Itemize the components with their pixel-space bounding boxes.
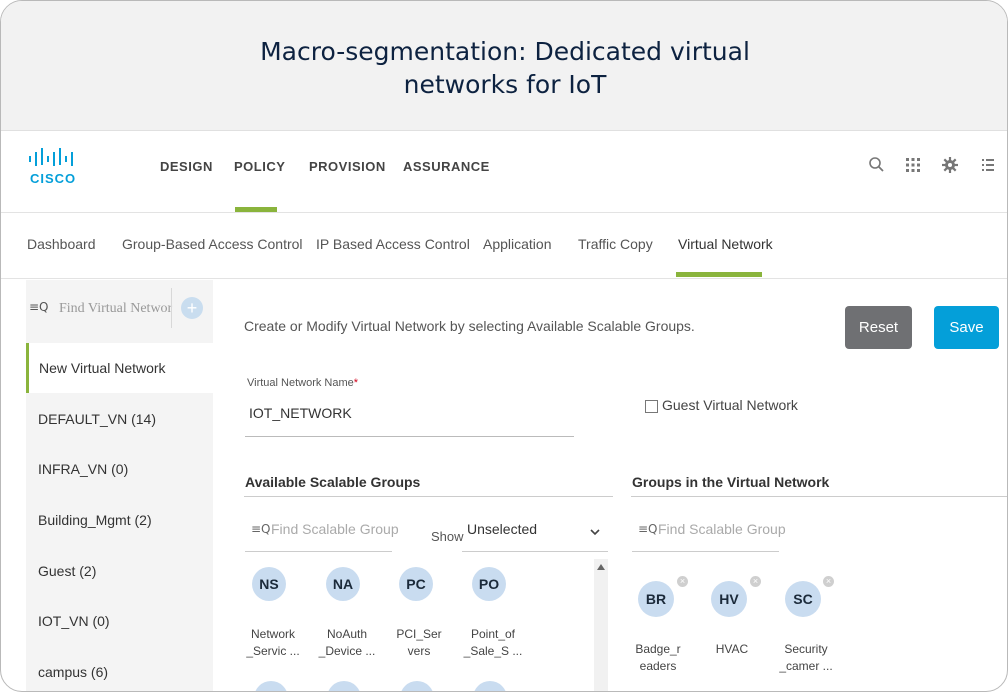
filter-search-icon: ≡Q xyxy=(29,300,49,314)
group-avatar-pc[interactable]: PC xyxy=(399,567,433,601)
vn-groups-search-input[interactable]: Find Scalable Group xyxy=(658,521,786,537)
group-label-hvac: HVAC xyxy=(697,641,767,658)
group-label-line: _Device ... xyxy=(318,644,376,658)
policy-subnav: Dashboard Group-Based Access Control IP … xyxy=(1,213,1007,279)
sidebar-item-default-vn[interactable]: DEFAULT_VN (14) xyxy=(26,394,213,444)
menu-list-icon[interactable] xyxy=(978,155,998,175)
group-label-line: Badge_r xyxy=(635,642,681,656)
group-label-line: Network xyxy=(250,627,295,641)
group-avatar-partial xyxy=(327,681,361,691)
vn-groups-divider xyxy=(631,496,1007,497)
remove-group-br-icon[interactable]: × xyxy=(677,576,688,587)
sidebar-item-building-mgmt[interactable]: Building_Mgmt (2) xyxy=(26,495,213,545)
cisco-logo-bars-icon xyxy=(29,148,73,166)
tab-ip-based-access-control[interactable]: IP Based Access Control xyxy=(316,236,470,252)
nav-active-indicator xyxy=(235,207,277,212)
search-icon[interactable] xyxy=(867,155,887,175)
chevron-down-icon xyxy=(590,529,600,536)
group-label-line: _Servic ... xyxy=(246,644,300,658)
group-label-line: HVAC xyxy=(715,642,749,656)
tab-group-based-access-control[interactable]: Group-Based Access Control xyxy=(122,236,303,252)
required-marker: * xyxy=(353,377,359,389)
scroll-up-arrow-icon[interactable] xyxy=(597,564,605,570)
tab-dashboard[interactable]: Dashboard xyxy=(27,236,96,252)
sidebar-item-campus[interactable]: campus (6) xyxy=(26,647,213,691)
vn-name-underline xyxy=(245,436,574,437)
apps-grid-icon[interactable] xyxy=(903,155,923,175)
search-divider xyxy=(171,288,172,328)
filter-search-icon: ≡Q xyxy=(638,522,658,536)
page-description: Create or Modify Virtual Network by sele… xyxy=(244,318,695,334)
group-label-line: NoAuth xyxy=(326,627,368,641)
add-virtual-network-button[interactable]: + xyxy=(181,297,203,319)
group-avatar-na[interactable]: NA xyxy=(326,567,360,601)
cisco-logo[interactable]: CISCO xyxy=(27,147,79,191)
group-label-line: Point_of xyxy=(470,627,516,641)
cisco-wordmark: CISCO xyxy=(30,171,77,186)
save-button[interactable]: Save xyxy=(934,306,999,349)
group-avatar-sc[interactable]: SC xyxy=(785,581,821,617)
available-groups-scrollbar[interactable] xyxy=(594,559,608,691)
available-groups-title: Available Scalable Groups xyxy=(245,474,421,490)
nav-assurance[interactable]: ASSURANCE xyxy=(403,159,490,174)
reset-button[interactable]: Reset xyxy=(845,306,912,349)
group-label-line: Security xyxy=(784,642,828,656)
group-avatar-br[interactable]: BR xyxy=(638,581,674,617)
vn-groups-search[interactable]: ≡Q Find Scalable Group xyxy=(632,516,786,552)
group-label-point-of-sale: Point_of _Sale_S ... xyxy=(458,626,528,660)
virtual-network-sidebar: ≡Q Find Virtual Networ + New Virtual Net… xyxy=(26,280,213,691)
tab-application[interactable]: Application xyxy=(483,236,552,252)
group-label-line: _camer ... xyxy=(779,659,833,673)
group-label-network-services: Network _Servic ... xyxy=(238,626,308,660)
vn-name-label: Virtual Network Name* xyxy=(247,377,358,389)
available-groups-search-input[interactable]: Find Scalable Group xyxy=(271,521,399,537)
slide-frame: Macro-segmentation: Dedicated virtual ne… xyxy=(0,0,1008,692)
group-avatar-po[interactable]: PO xyxy=(472,567,506,601)
sidebar-item-infra-vn[interactable]: INFRA_VN (0) xyxy=(26,444,213,494)
group-label-pci-servers: PCI_Servers xyxy=(384,626,454,660)
guest-vn-checkbox[interactable] xyxy=(645,400,658,413)
group-label-noauth-devices: NoAuth _Device ... xyxy=(312,626,382,660)
group-label-line: vers xyxy=(407,644,431,658)
group-avatar-partial xyxy=(254,681,288,691)
vn-groups-title: Groups in the Virtual Network xyxy=(632,474,830,490)
group-avatar-ns[interactable]: NS xyxy=(252,567,286,601)
tab-traffic-copy[interactable]: Traffic Copy xyxy=(578,236,653,252)
group-avatar-hv[interactable]: HV xyxy=(711,581,747,617)
remove-group-sc-icon[interactable]: × xyxy=(823,576,834,587)
group-label-line: eaders xyxy=(639,659,677,673)
group-label-badge-readers: Badge_readers xyxy=(623,641,693,675)
show-filter-select[interactable]: Unselected xyxy=(462,516,608,552)
filter-search-icon: ≡Q xyxy=(251,522,271,536)
tab-virtual-network[interactable]: Virtual Network xyxy=(678,236,773,252)
group-label-security-cameras: Security _camer ... xyxy=(771,641,841,675)
sidebar-item-iot-vn[interactable]: IOT_VN (0) xyxy=(26,596,213,646)
show-filter-label: Show xyxy=(431,529,464,544)
gear-icon[interactable] xyxy=(940,155,960,175)
tab-active-indicator xyxy=(676,272,762,277)
slide-banner: Macro-segmentation: Dedicated virtual ne… xyxy=(1,1,1007,131)
vn-search-input[interactable]: Find Virtual Networ xyxy=(59,301,179,317)
nav-policy[interactable]: POLICY xyxy=(234,159,285,174)
remove-group-hv-icon[interactable]: × xyxy=(750,576,761,587)
slide-title: Macro-segmentation: Dedicated virtual ne… xyxy=(260,37,750,99)
top-navigation: CISCO DESIGN POLICY PROVISION ASSURANCE xyxy=(1,131,1007,213)
sidebar-item-new-virtual-network[interactable]: New Virtual Network xyxy=(26,343,213,393)
group-avatar-partial xyxy=(473,681,507,691)
available-groups-divider xyxy=(244,496,613,497)
group-label-line: PCI_Ser xyxy=(396,627,442,641)
show-filter-value: Unselected xyxy=(467,521,538,537)
vn-name-input[interactable]: IOT_NETWORK xyxy=(249,405,352,421)
sidebar-item-guest[interactable]: Guest (2) xyxy=(26,546,213,596)
available-groups-search[interactable]: ≡Q Find Scalable Group xyxy=(245,516,399,552)
vn-search-bar: ≡Q Find Virtual Networ + xyxy=(26,280,213,340)
vn-name-label-text: Virtual Network Name xyxy=(247,377,354,389)
group-label-line: _Sale_S ... xyxy=(463,644,523,658)
guest-vn-label: Guest Virtual Network xyxy=(662,397,798,413)
group-avatar-partial xyxy=(400,681,434,691)
nav-design[interactable]: DESIGN xyxy=(160,159,213,174)
nav-provision[interactable]: PROVISION xyxy=(309,159,386,174)
